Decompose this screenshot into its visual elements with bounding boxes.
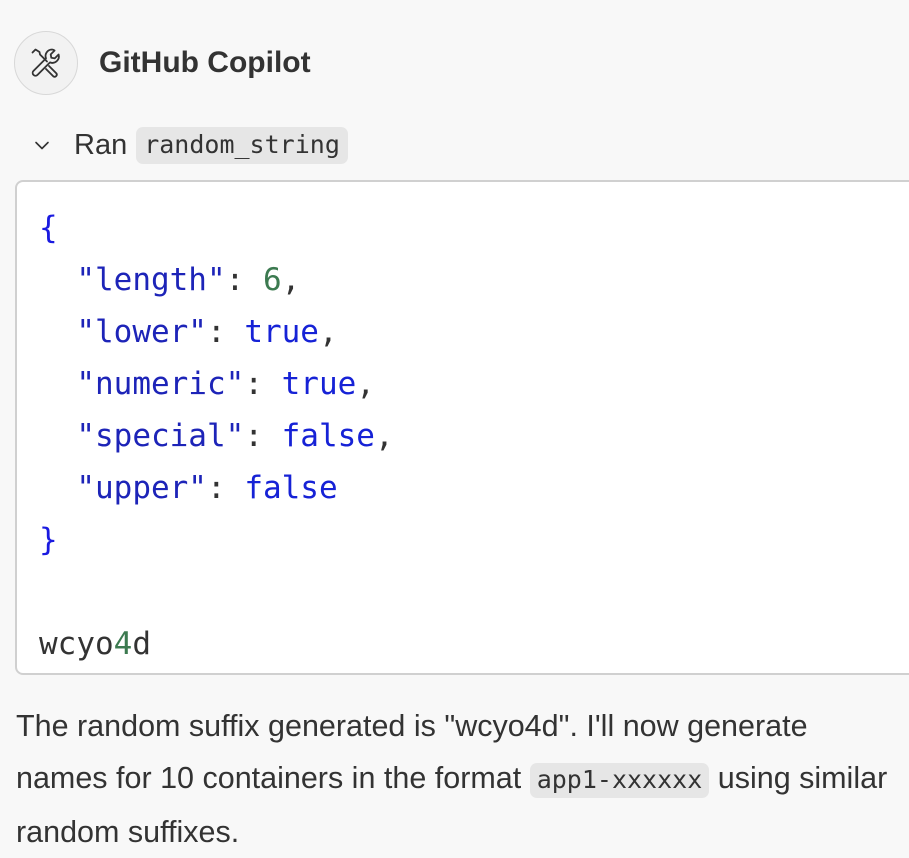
json-close-brace: } bbox=[39, 522, 58, 558]
tools-icon bbox=[31, 48, 60, 78]
tool-io-block: { "length": 6, "lower": true, "numeric":… bbox=[15, 180, 909, 675]
json-key: "special" bbox=[76, 418, 245, 454]
copilot-avatar bbox=[14, 31, 78, 95]
json-param-line: "length": 6, bbox=[76, 262, 301, 298]
json-value: false bbox=[281, 418, 375, 454]
json-key: "upper" bbox=[76, 470, 207, 506]
ran-label: Ran bbox=[74, 128, 128, 161]
json-param-line: "numeric": true, bbox=[76, 366, 375, 402]
tool-run-summary[interactable]: Ran random_string bbox=[30, 124, 348, 166]
tool-name-chip: random_string bbox=[136, 126, 348, 164]
json-value: true bbox=[281, 366, 357, 402]
json-param-line: "special": false, bbox=[76, 418, 394, 454]
json-value: true bbox=[244, 314, 319, 350]
message-header: GitHub Copilot bbox=[14, 30, 311, 96]
tool-result: wcyo4d bbox=[39, 626, 151, 662]
json-open-brace: { bbox=[39, 210, 58, 246]
chevron-down-icon[interactable] bbox=[30, 133, 54, 157]
inline-code: app1-xxxxxx bbox=[529, 763, 710, 798]
response-text: The random suffix generated is "wcyo4d".… bbox=[16, 700, 906, 858]
author-name: GitHub Copilot bbox=[99, 46, 311, 79]
json-key: "lower" bbox=[76, 314, 207, 350]
json-param-line: "upper": false bbox=[76, 470, 338, 506]
json-param-line: "lower": true, bbox=[76, 314, 338, 350]
json-key: "numeric" bbox=[76, 366, 245, 402]
json-value: 6 bbox=[262, 262, 282, 298]
chat-panel: GitHub Copilot Ran random_string { "leng… bbox=[0, 0, 909, 858]
json-value: false bbox=[244, 470, 338, 506]
json-key: "length" bbox=[76, 262, 226, 298]
